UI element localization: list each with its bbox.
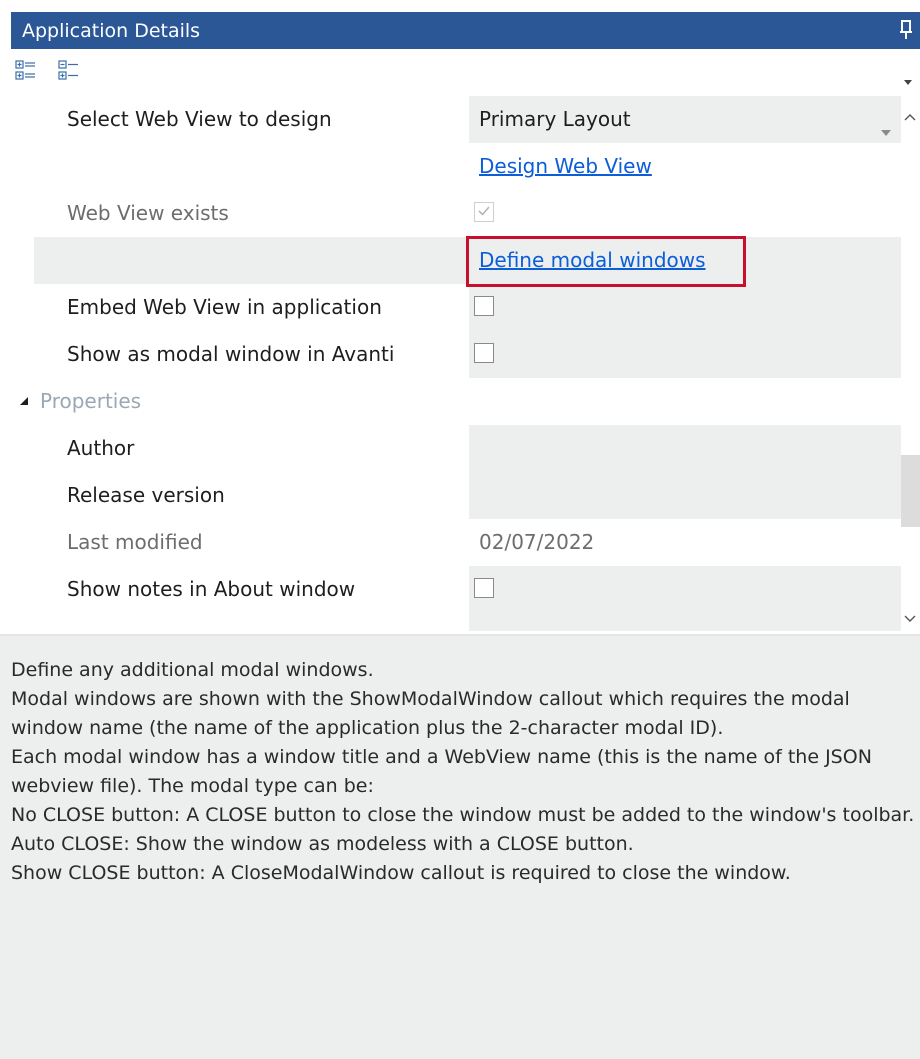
author-row: Author (0, 425, 901, 472)
scrollbar-thumb[interactable] (901, 455, 920, 527)
panel-title: Application Details (22, 19, 201, 42)
show-modal-checkbox[interactable] (474, 343, 494, 363)
embed-web-view-checkbox[interactable] (474, 296, 494, 316)
web-view-select-label: Select Web View to design (67, 107, 332, 131)
release-version-label: Release version (67, 483, 225, 507)
chevron-down-icon[interactable] (904, 608, 916, 627)
embed-web-view-label: Embed Web View in application (67, 295, 382, 319)
pin-icon[interactable] (898, 18, 914, 42)
highlight-box (466, 236, 746, 287)
show-notes-cell (469, 566, 901, 613)
last-modified-value: 02/07/2022 (479, 530, 595, 554)
show-modal-cell (469, 331, 901, 378)
design-web-view-link[interactable]: Design Web View (479, 143, 652, 190)
description-line: Each modal window has a window title and… (11, 746, 872, 797)
last-modified-label: Last modified (67, 530, 203, 554)
show-notes-checkbox[interactable] (474, 578, 494, 598)
chevron-up-icon[interactable] (904, 106, 916, 125)
last-modified-cell: 02/07/2022 (469, 519, 901, 566)
design-web-view-cell: Design Web View (469, 143, 901, 190)
properties-category-label: Properties (40, 389, 142, 413)
properties-category[interactable]: Properties (0, 378, 469, 425)
triangle-collapse-icon (20, 397, 28, 405)
categorized-view-icon[interactable] (15, 56, 37, 86)
description-line: No CLOSE button: A CLOSE button to close… (11, 804, 915, 826)
web-view-select-row: Select Web View to design Primary Layout (0, 96, 901, 143)
web-view-select-dropdown[interactable]: Primary Layout (469, 96, 901, 143)
panel-title-bar: Application Details (11, 12, 920, 49)
author-label: Author (67, 436, 135, 460)
chevron-down-icon[interactable] (881, 117, 891, 141)
embed-web-view-row: Embed Web View in application (0, 284, 901, 331)
alphabetical-view-icon[interactable] (58, 56, 80, 86)
web-view-exists-row: Web View exists (0, 190, 901, 237)
web-view-exists-label: Web View exists (67, 201, 229, 225)
web-view-exists-checkbox (474, 202, 494, 222)
web-view-exists-cell (469, 190, 901, 237)
checkmark-icon (478, 206, 490, 216)
define-modal-row: Define modal windows (0, 237, 901, 284)
vertical-scrollbar[interactable] (901, 96, 920, 631)
next-row-cell (469, 613, 901, 631)
description-line: Define any additional modal windows. (11, 659, 374, 681)
show-notes-label: Show notes in About window (67, 577, 356, 601)
next-row-partial (0, 613, 901, 631)
show-modal-row: Show as modal window in Avanti (0, 331, 901, 378)
author-field[interactable] (469, 425, 901, 472)
embed-web-view-cell (469, 284, 901, 331)
description-line: Modal windows are shown with the ShowMod… (11, 688, 850, 739)
web-view-select-value: Primary Layout (479, 107, 631, 131)
release-version-row: Release version (0, 472, 901, 519)
design-web-view-row: Design Web View (0, 143, 901, 190)
description-line: Show CLOSE button: A CloseModalWindow ca… (11, 862, 791, 884)
chevron-down-icon[interactable] (902, 73, 914, 85)
last-modified-row: Last modified 02/07/2022 (0, 519, 901, 566)
description-line: Auto CLOSE: Show the window as modeless … (11, 833, 634, 855)
description-pane: Define any additional modal windows. Mod… (0, 634, 920, 1059)
show-notes-row: Show notes in About window (0, 566, 901, 613)
release-version-field[interactable] (469, 472, 901, 519)
property-grid: Select Web View to design Primary Layout… (0, 96, 901, 631)
show-modal-label: Show as modal window in Avanti (67, 342, 395, 366)
